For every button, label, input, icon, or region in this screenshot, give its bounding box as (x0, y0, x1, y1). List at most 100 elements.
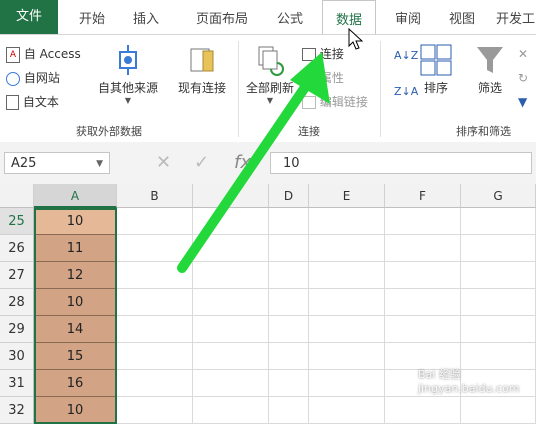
cell-empty[interactable] (193, 343, 269, 370)
tab-review[interactable]: 审阅 (386, 0, 430, 34)
cell-a[interactable]: 12 (34, 262, 117, 289)
cell-empty[interactable] (385, 343, 461, 370)
cell-empty[interactable] (461, 316, 536, 343)
edit-links-button[interactable]: 编辑链接 (302, 93, 368, 110)
other-sources-button[interactable]: 自其他来源 ▼ (92, 43, 164, 105)
tab-insert[interactable]: 插入 (124, 0, 168, 34)
from-web-button[interactable]: 自网站 (6, 69, 60, 86)
cell-empty[interactable] (193, 289, 269, 316)
column-header-d[interactable]: D (269, 184, 309, 208)
column-header-c[interactable]: C (193, 184, 269, 208)
select-all-corner[interactable] (0, 184, 34, 208)
cell-empty[interactable] (309, 370, 385, 397)
cell-a[interactable]: 10 (34, 289, 117, 316)
cell-empty[interactable] (309, 235, 385, 262)
cell-empty[interactable] (385, 208, 461, 235)
fx-icon[interactable]: fx (234, 152, 251, 173)
tab-formulas[interactable]: 公式 (268, 0, 312, 34)
sort-button[interactable]: 排序 (416, 43, 456, 96)
cell-empty[interactable] (309, 208, 385, 235)
row-header[interactable]: 27 (0, 262, 34, 289)
cell-empty[interactable] (385, 316, 461, 343)
sort-descending-icon[interactable]: Z↓A (394, 85, 418, 98)
row-header[interactable]: 25 (0, 208, 34, 235)
cancel-icon[interactable]: ✕ (156, 152, 171, 173)
name-box[interactable]: A25 ▼ (4, 152, 110, 174)
row-header[interactable]: 31 (0, 370, 34, 397)
cell-empty[interactable] (269, 397, 309, 424)
cell-empty[interactable] (117, 343, 193, 370)
existing-connections-button[interactable]: 现有连接 (172, 43, 232, 96)
column-header-b[interactable]: B (117, 184, 193, 208)
column-header-f[interactable]: F (385, 184, 461, 208)
cell-a[interactable]: 10 (34, 208, 117, 235)
cell-empty[interactable] (269, 343, 309, 370)
tab-page-layout[interactable]: 页面布局 (182, 0, 262, 34)
cell-empty[interactable] (309, 289, 385, 316)
cell-empty[interactable] (385, 397, 461, 424)
cell-empty[interactable] (193, 316, 269, 343)
sort-ascending-icon[interactable]: A↓Z (394, 49, 418, 62)
cell-empty[interactable] (385, 262, 461, 289)
from-access-button[interactable]: A 自 Access (6, 45, 81, 63)
cell-empty[interactable] (461, 208, 536, 235)
cell-a[interactable]: 10 (34, 397, 117, 424)
cell-empty[interactable] (461, 262, 536, 289)
cell-empty[interactable] (193, 208, 269, 235)
cell-empty[interactable] (461, 235, 536, 262)
tab-file[interactable]: 文件 (0, 0, 58, 34)
formula-input[interactable]: 10 (270, 152, 532, 174)
cell-empty[interactable] (269, 262, 309, 289)
cell-empty[interactable] (193, 370, 269, 397)
tab-view[interactable]: 视图 (440, 0, 484, 34)
cell-empty[interactable] (269, 316, 309, 343)
column-header-g[interactable]: G (461, 184, 536, 208)
refresh-all-button[interactable]: 全部刷新 ▼ (242, 43, 298, 105)
cell-empty[interactable] (269, 208, 309, 235)
cell-empty[interactable] (461, 289, 536, 316)
connections-button[interactable]: 连接 (302, 45, 344, 62)
clear-filter-icon[interactable]: ✕ (518, 47, 528, 61)
cell-empty[interactable] (309, 343, 385, 370)
cell-empty[interactable] (117, 289, 193, 316)
cell-empty[interactable] (309, 262, 385, 289)
advanced-filter-icon[interactable]: ▼ (518, 95, 527, 109)
cell-a[interactable]: 15 (34, 343, 117, 370)
cell-empty[interactable] (269, 370, 309, 397)
cell-empty[interactable] (269, 289, 309, 316)
row-header[interactable]: 28 (0, 289, 34, 316)
cell-a[interactable]: 16 (34, 370, 117, 397)
tab-developer[interactable]: 开发工 (496, 0, 536, 34)
cell-empty[interactable] (117, 316, 193, 343)
filter-button[interactable]: 筛选 (470, 43, 510, 96)
cell-empty[interactable] (309, 316, 385, 343)
cell-empty[interactable] (117, 370, 193, 397)
row-header[interactable]: 30 (0, 343, 34, 370)
cell-empty[interactable] (385, 289, 461, 316)
chevron-down-icon[interactable]: ▼ (96, 153, 103, 175)
cell-empty[interactable] (193, 235, 269, 262)
row-header[interactable]: 32 (0, 397, 34, 424)
column-header-e[interactable]: E (309, 184, 385, 208)
cell-empty[interactable] (269, 235, 309, 262)
cell-a[interactable]: 14 (34, 316, 117, 343)
cell-empty[interactable] (385, 235, 461, 262)
cell-empty[interactable] (117, 397, 193, 424)
cell-empty[interactable] (193, 397, 269, 424)
cell-a[interactable]: 11 (34, 235, 117, 262)
column-header-a[interactable]: A (34, 184, 117, 208)
row-header[interactable]: 26 (0, 235, 34, 262)
confirm-icon[interactable]: ✓ (194, 152, 209, 173)
cell-empty[interactable] (461, 343, 536, 370)
cell-empty[interactable] (117, 262, 193, 289)
cell-empty[interactable] (309, 397, 385, 424)
tab-home[interactable]: 开始 (70, 0, 114, 34)
cell-empty[interactable] (461, 397, 536, 424)
cell-empty[interactable] (117, 208, 193, 235)
cell-empty[interactable] (117, 235, 193, 262)
reapply-filter-icon[interactable]: ↻ (518, 71, 528, 85)
row-header[interactable]: 29 (0, 316, 34, 343)
properties-button[interactable]: 属性 (302, 69, 344, 86)
from-text-button[interactable]: 自文本 (6, 93, 59, 110)
cell-empty[interactable] (193, 262, 269, 289)
